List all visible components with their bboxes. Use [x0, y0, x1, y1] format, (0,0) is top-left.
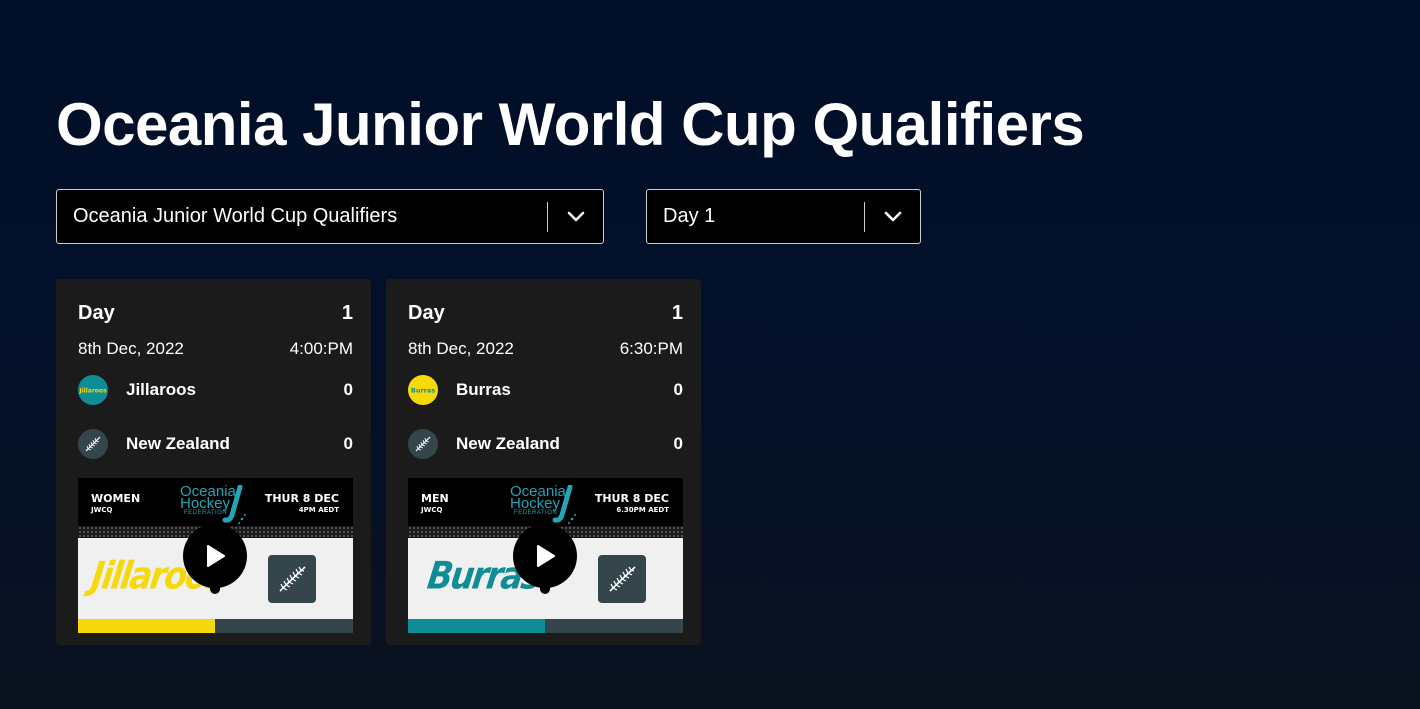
team-score: 0 — [343, 434, 353, 453]
team-row: New Zealand 0 — [408, 429, 683, 459]
video-thumbnail[interactable]: WOMEN JWCQ Oceania Hockey FEDERATION THU… — [78, 478, 353, 633]
team-name: New Zealand — [126, 434, 230, 453]
page-title: Oceania Junior World Cup Qualifiers — [56, 91, 1085, 158]
thumbnail-header: WOMEN JWCQ Oceania Hockey FEDERATION THU… — [78, 478, 353, 526]
event-select[interactable]: Oceania Junior World Cup Qualifiers — [56, 189, 604, 244]
thumbnail-category: MEN — [421, 492, 449, 505]
thumbnail-time: 6.30PM AEDT — [616, 506, 669, 514]
match-date: 8th Dec, 2022 — [78, 339, 184, 358]
match-card[interactable]: Day 1 8th Dec, 2022 6:30:PM Burras Burra… — [386, 279, 701, 645]
chevron-down-icon[interactable] — [548, 190, 603, 243]
hockey-stick-icon — [222, 485, 246, 524]
thumbnail-opponent-bar — [215, 619, 353, 633]
team-name: Burras — [456, 380, 511, 399]
ohf-line3: FEDERATION — [514, 510, 558, 516]
team-score: 0 — [673, 380, 683, 399]
thumbnail-team-bar — [408, 619, 545, 633]
thumbnail-competition: JWCQ — [91, 506, 113, 514]
team-row: Burras Burras 0 — [408, 375, 683, 405]
team-row: New Zealand 0 — [78, 429, 353, 459]
event-select-value: Oceania Junior World Cup Qualifiers — [73, 205, 398, 227]
team-name: New Zealand — [456, 434, 560, 453]
play-icon[interactable] — [183, 524, 247, 588]
day-select[interactable]: Day 1 — [646, 189, 921, 244]
chevron-down-icon[interactable] — [865, 190, 920, 243]
thumbnail-team-bar — [78, 619, 215, 633]
silver-fern-icon — [78, 429, 108, 459]
day-row: Day 1 — [78, 302, 353, 325]
burras-logo-icon: Burras — [408, 375, 438, 405]
day-label: Day — [78, 302, 115, 324]
silver-fern-icon — [408, 429, 438, 459]
match-time: 6:30:PM — [619, 339, 683, 358]
thumbnail-category: WOMEN — [91, 492, 141, 505]
match-card[interactable]: Day 1 8th Dec, 2022 4:00:PM Jillaroos Ji… — [56, 279, 371, 645]
ohf-line3: FEDERATION — [184, 510, 228, 516]
team-score: 0 — [343, 380, 353, 399]
match-time: 4:00:PM — [289, 339, 353, 358]
day-row: Day 1 — [408, 302, 683, 325]
video-thumbnail[interactable]: MEN JWCQ Oceania Hockey FEDERATION THUR … — [408, 478, 683, 633]
match-date: 8th Dec, 2022 — [408, 339, 514, 358]
burras-logo-text: Burras — [411, 387, 435, 395]
day-select-value: Day 1 — [663, 205, 716, 227]
silver-fern-icon — [598, 555, 646, 603]
datetime-row: 8th Dec, 2022 6:30:PM — [408, 339, 683, 359]
play-icon[interactable] — [513, 524, 577, 588]
day-label: Day — [408, 302, 445, 324]
day-number: 1 — [341, 302, 353, 324]
datetime-row: 8th Dec, 2022 4:00:PM — [78, 339, 353, 359]
thumbnail-date: THUR 8 DEC — [264, 492, 339, 505]
team-score: 0 — [673, 434, 683, 453]
jillaroos-logo-icon: Jillaroos — [78, 375, 108, 405]
thumbnail-opponent-bar — [545, 619, 683, 633]
hockey-stick-icon — [552, 485, 576, 524]
team-row: Jillaroos Jillaroos 0 — [78, 375, 353, 405]
oceania-hockey-logo: Oceania Hockey FEDERATION — [178, 481, 258, 527]
thumbnail-header: MEN JWCQ Oceania Hockey FEDERATION THUR … — [408, 478, 683, 526]
thumbnail-time: 4PM AEDT — [298, 506, 339, 514]
thumbnail-date: THUR 8 DEC — [594, 492, 669, 505]
day-number: 1 — [671, 302, 683, 324]
jillaroos-logo-text: Jillaroos — [78, 388, 107, 395]
oceania-hockey-logo: Oceania Hockey FEDERATION — [508, 481, 588, 527]
silver-fern-icon — [268, 555, 316, 603]
thumbnail-competition: JWCQ — [421, 506, 443, 514]
team-name: Jillaroos — [126, 380, 196, 399]
